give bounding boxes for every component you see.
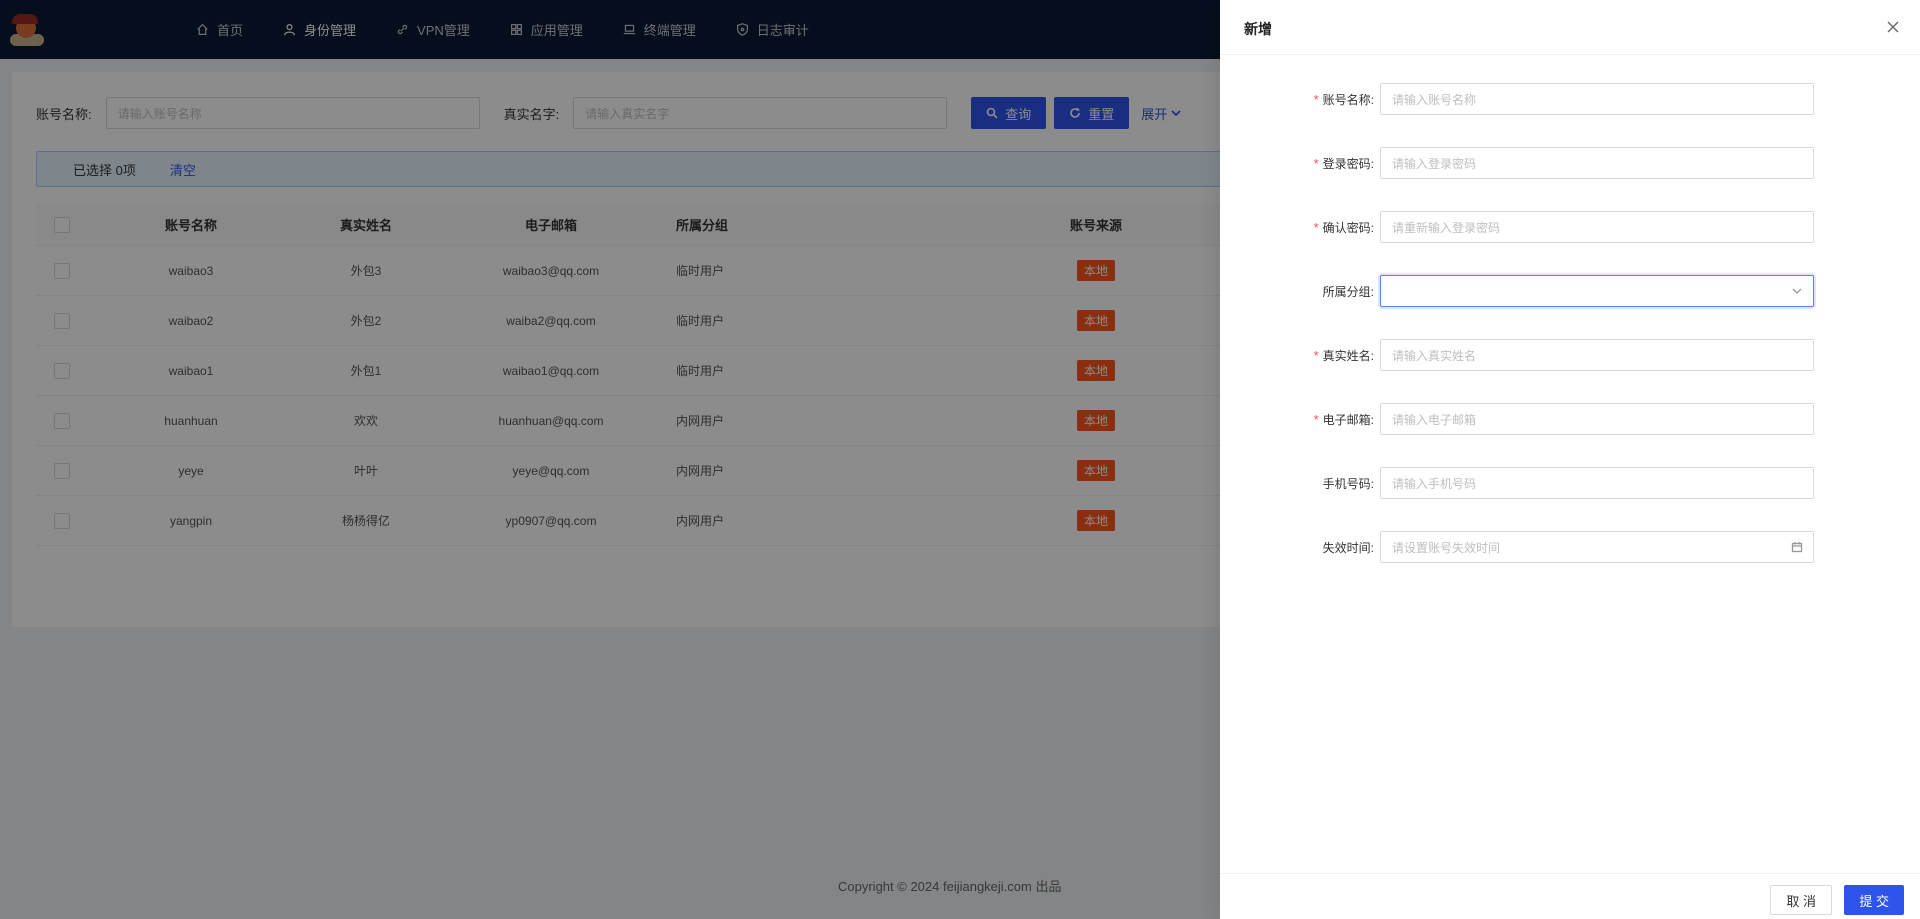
placeholder-text: 请设置账号失效时间	[1392, 540, 1501, 555]
drawer-footer: 取 消 提 交	[1220, 873, 1920, 919]
placeholder-text: 请输入真实姓名	[1392, 348, 1477, 363]
required-mark: *	[1313, 219, 1319, 235]
email-label: * 电子邮箱:	[1314, 403, 1374, 435]
login-password-input[interactable]: 请输入登录密码	[1380, 147, 1814, 179]
email-input[interactable]: 请输入电子邮箱	[1380, 403, 1814, 435]
phone-label: 手机号码:	[1323, 467, 1374, 499]
calendar-icon	[1791, 541, 1803, 553]
form-row-group: 所属分组:	[1220, 275, 1920, 309]
real-name-input[interactable]: 请输入真实姓名	[1380, 339, 1814, 371]
account-name-label: * 账号名称:	[1314, 83, 1374, 115]
real-name-label: * 真实姓名:	[1314, 339, 1374, 371]
confirm-password-label: * 确认密码:	[1314, 211, 1374, 243]
submit-button[interactable]: 提 交	[1844, 885, 1904, 915]
field-label-text: 电子邮箱:	[1322, 412, 1374, 427]
form-row-expire-time: 失效时间: 请设置账号失效时间	[1220, 531, 1920, 565]
field-label-text: 账号名称:	[1322, 92, 1374, 107]
placeholder-text: 请输入登录密码	[1392, 156, 1477, 171]
placeholder-text: 请重新输入登录密码	[1392, 220, 1501, 235]
field-label-text: 登录密码:	[1322, 156, 1374, 171]
form-row-real-name: * 真实姓名: 请输入真实姓名	[1220, 339, 1920, 373]
field-label-text: 失效时间:	[1322, 540, 1374, 555]
phone-input[interactable]: 请输入手机号码	[1380, 467, 1814, 499]
required-mark: *	[1313, 411, 1319, 427]
form-row-account-name: * 账号名称: 请输入账号名称	[1220, 83, 1920, 117]
add-account-drawer: 新增 * 账号名称: 请输入账号名称 * 登录密码: 请输入登录密码 * 确认密码: 请重新输入…	[1220, 0, 1920, 919]
drawer-title: 新增	[1244, 21, 1272, 37]
field-label-text: 所属分组:	[1322, 284, 1374, 299]
expire-time-label: 失效时间:	[1323, 531, 1374, 563]
required-mark: *	[1313, 155, 1319, 171]
expire-time-input[interactable]: 请设置账号失效时间	[1380, 531, 1814, 563]
group-select[interactable]	[1380, 275, 1814, 307]
form-row-login-password: * 登录密码: 请输入登录密码	[1220, 147, 1920, 181]
chevron-down-icon	[1791, 285, 1803, 297]
form-row-phone: 手机号码: 请输入手机号码	[1220, 467, 1920, 501]
close-icon	[1887, 21, 1899, 33]
account-name-input[interactable]: 请输入账号名称	[1380, 83, 1814, 115]
placeholder-text: 请输入手机号码	[1392, 476, 1477, 491]
login-password-label: * 登录密码:	[1314, 147, 1374, 179]
cancel-button[interactable]: 取 消	[1770, 885, 1832, 915]
required-mark: *	[1313, 347, 1319, 363]
form-row-email: * 电子邮箱: 请输入电子邮箱	[1220, 403, 1920, 437]
field-label-text: 真实姓名:	[1322, 348, 1374, 363]
field-label-text: 确认密码:	[1322, 220, 1374, 235]
placeholder-text: 请输入账号名称	[1392, 92, 1477, 107]
form-row-confirm-password: * 确认密码: 请重新输入登录密码	[1220, 211, 1920, 245]
drawer-header: 新增	[1220, 0, 1920, 55]
close-button[interactable]	[1886, 20, 1900, 34]
group-label: 所属分组:	[1323, 275, 1374, 307]
required-mark: *	[1313, 91, 1319, 107]
field-label-text: 手机号码:	[1322, 476, 1374, 491]
placeholder-text: 请输入电子邮箱	[1392, 412, 1477, 427]
confirm-password-input[interactable]: 请重新输入登录密码	[1380, 211, 1814, 243]
